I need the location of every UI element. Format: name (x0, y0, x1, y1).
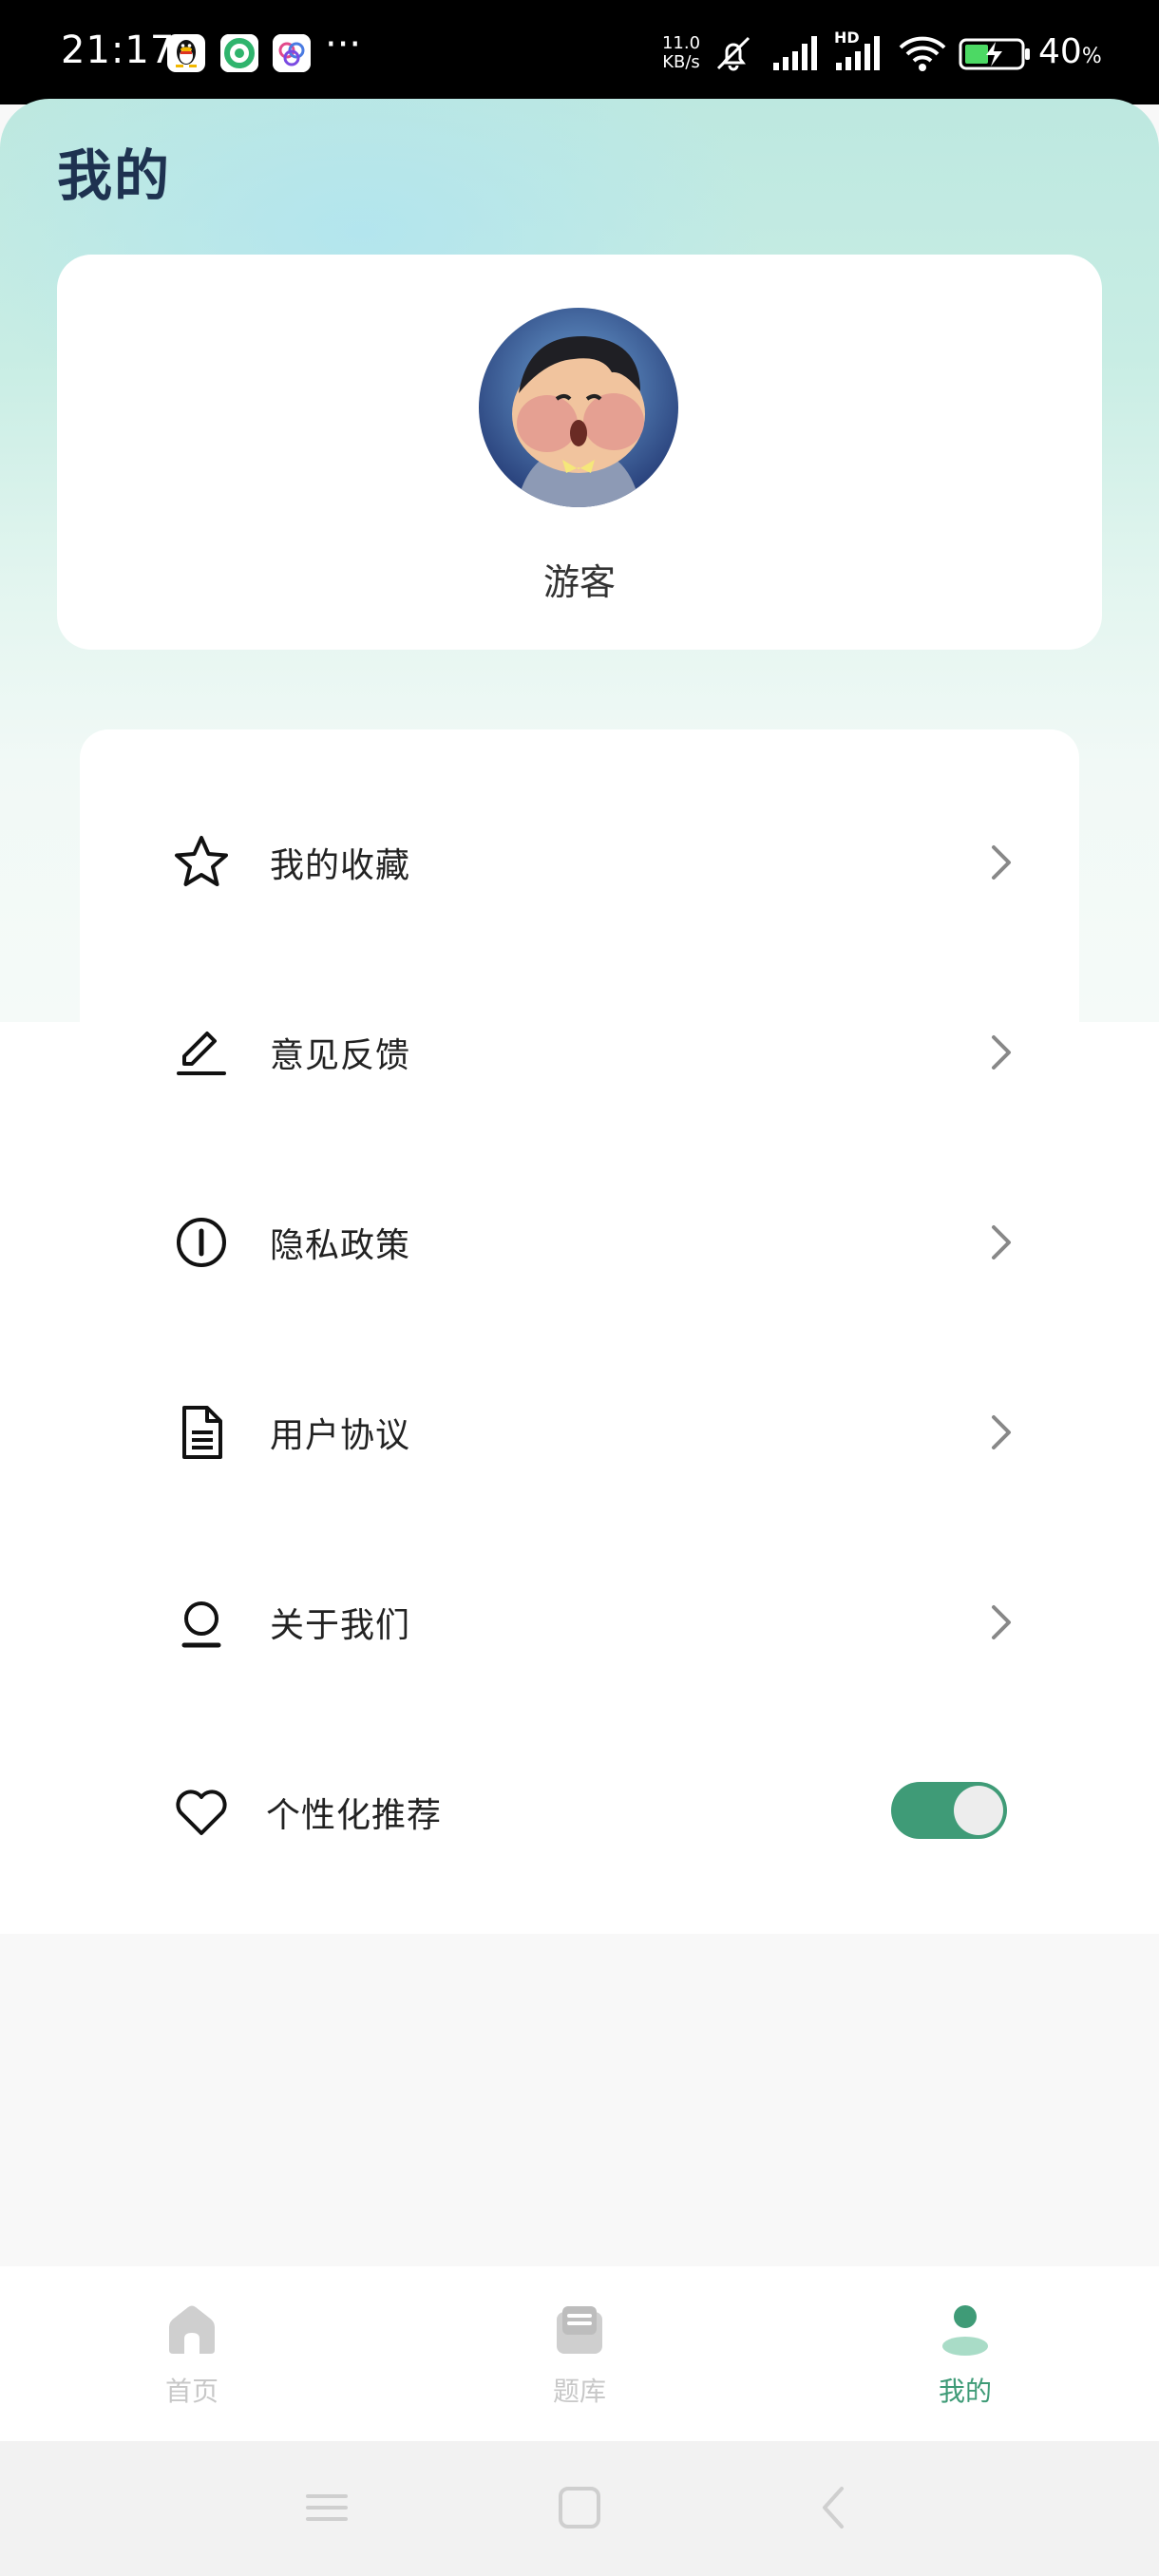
menu-item-label: 隐私政策 (270, 1226, 411, 1265)
net-speed-unit: KB/s (662, 52, 700, 72)
back-icon[interactable] (813, 2479, 855, 2536)
green-app-icon (220, 34, 258, 72)
home-button-icon[interactable] (553, 2479, 606, 2536)
wifi-icon (899, 36, 946, 71)
signal-icon (773, 36, 817, 70)
chevron-right-icon (992, 1035, 1011, 1070)
recommend-toggle[interactable] (891, 1782, 1007, 1839)
menu-item-label: 用户协议 (270, 1416, 411, 1455)
star-icon (175, 836, 228, 886)
heart-icon (176, 1790, 227, 1835)
status-time: 21:17 (61, 28, 176, 72)
home-icon (169, 2305, 215, 2354)
nav-label: 我的 (938, 2376, 992, 2407)
question-bank-icon (557, 2306, 602, 2354)
system-nav-bar (0, 2441, 1159, 2576)
chevron-right-icon (992, 1415, 1011, 1449)
menu-item-label: 意见反馈 (270, 1036, 411, 1075)
menu-item-label: 我的收藏 (270, 846, 411, 885)
profile-card[interactable]: 游客 (57, 255, 1102, 650)
username: 游客 (542, 561, 616, 603)
toggle-knob (954, 1786, 1003, 1835)
menu-item-feedback[interactable]: 意见反馈 (0, 954, 1159, 1144)
battery-percent: 40% (1038, 32, 1102, 71)
menu-item-recommend: 个性化推荐 (0, 1714, 1159, 1904)
net-speed-value: 11.0 (661, 33, 701, 53)
menu-item-about[interactable]: 关于我们 (0, 1524, 1159, 1714)
tab-question-bank[interactable]: 题库 (466, 2266, 694, 2441)
battery-charging-icon (959, 38, 1030, 70)
bottom-nav: 首页 题库 我的 (0, 2266, 1159, 2441)
nav-label: 题库 (552, 2376, 606, 2407)
tab-home[interactable]: 首页 (78, 2266, 306, 2441)
profile-icon (942, 2305, 988, 2356)
status-bar: 21:17 ··· 11.0 KB/s HD 40% (0, 0, 1159, 104)
menu-item-privacy[interactable]: 隐私政策 (0, 1144, 1159, 1334)
avatar[interactable] (479, 308, 678, 507)
more-notifications: ··· (325, 23, 362, 66)
document-icon (182, 1406, 222, 1459)
qq-icon (167, 34, 205, 72)
chevron-right-icon (992, 845, 1011, 880)
pen-icon (177, 1032, 226, 1075)
page-title: 我的 (57, 143, 172, 208)
signal-icon-2 (836, 36, 880, 70)
net-speed: 11.0 KB/s (657, 34, 705, 72)
person-icon (181, 1601, 221, 1648)
colorful-app-icon (273, 34, 311, 72)
menu-item-favorites[interactable]: 我的收藏 (0, 764, 1159, 954)
menu-icon[interactable] (302, 2479, 352, 2536)
tab-profile[interactable]: 我的 (851, 2266, 1079, 2441)
chevron-right-icon (992, 1225, 1011, 1260)
menu-item-label: 关于我们 (270, 1606, 411, 1645)
menu-item-label: 个性化推荐 (266, 1796, 443, 1835)
chevron-right-icon (992, 1605, 1011, 1639)
menu-item-agreement[interactable]: 用户协议 (0, 1334, 1159, 1524)
nav-label: 首页 (164, 2376, 218, 2407)
mute-icon (716, 36, 750, 71)
info-circle-icon (177, 1218, 226, 1267)
